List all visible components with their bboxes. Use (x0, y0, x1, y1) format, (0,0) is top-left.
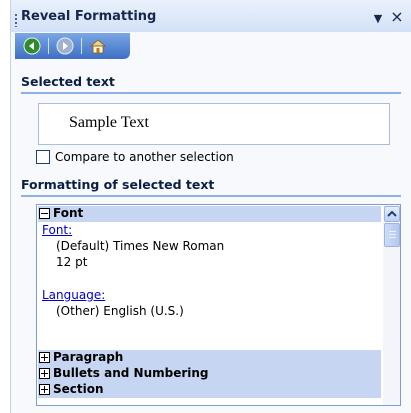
collapse-icon[interactable] (39, 208, 50, 219)
paragraph-group-label: Paragraph (53, 350, 124, 364)
close-button[interactable]: × (390, 9, 404, 25)
task-pane-title: Reveal Formatting (21, 9, 157, 24)
reveal-formatting-pane: Reveal Formatting ▼ × Selected text Samp… (10, 0, 411, 413)
vertical-scrollbar[interactable] (383, 205, 400, 405)
toolbar-separator (81, 38, 82, 54)
compare-checkbox[interactable] (36, 150, 50, 164)
expand-icon[interactable] (39, 384, 50, 395)
back-button[interactable] (23, 37, 41, 55)
paragraph-group-row[interactable]: Paragraph (38, 350, 381, 366)
bullets-group-label: Bullets and Numbering (53, 366, 209, 380)
drag-grip-icon[interactable] (15, 13, 17, 27)
chevron-up-icon (387, 210, 397, 217)
bullets-group-row[interactable]: Bullets and Numbering (38, 366, 381, 382)
language-link[interactable]: Language: (42, 288, 105, 302)
formatting-heading: Formatting of selected text (21, 177, 401, 197)
formatting-list[interactable]: Font Font: (Default) Times New Roman 12 … (36, 204, 401, 406)
font-group-label: Font (53, 206, 84, 220)
home-icon (89, 39, 107, 54)
section-group-label: Section (53, 382, 104, 396)
font-name-value: (Default) Times New Roman (56, 239, 225, 253)
forward-button[interactable] (56, 37, 74, 55)
scroll-up-button[interactable] (384, 206, 400, 222)
scroll-thumb[interactable] (384, 223, 400, 247)
font-group-row[interactable]: Font (38, 206, 381, 222)
task-pane-menu-button[interactable]: ▼ (372, 13, 384, 25)
selected-text-heading: Selected text (21, 74, 401, 94)
font-size-value: 12 pt (56, 255, 88, 269)
sample-text: Sample Text (69, 114, 149, 131)
language-value: (Other) English (U.S.) (56, 304, 184, 318)
forward-arrow-icon (56, 37, 74, 55)
home-button[interactable] (89, 37, 107, 55)
expand-icon[interactable] (39, 368, 50, 379)
section-group-row[interactable]: Section (38, 382, 381, 398)
navigation-toolbar (15, 33, 130, 59)
task-pane-title-bar[interactable]: Reveal Formatting ▼ × (11, 0, 411, 32)
compare-label: Compare to another selection (55, 150, 234, 164)
expand-icon[interactable] (39, 352, 50, 363)
back-arrow-icon (23, 37, 41, 55)
toolbar-separator (48, 38, 49, 54)
sample-text-preview: Sample Text (38, 103, 390, 145)
font-link[interactable]: Font: (42, 223, 72, 237)
